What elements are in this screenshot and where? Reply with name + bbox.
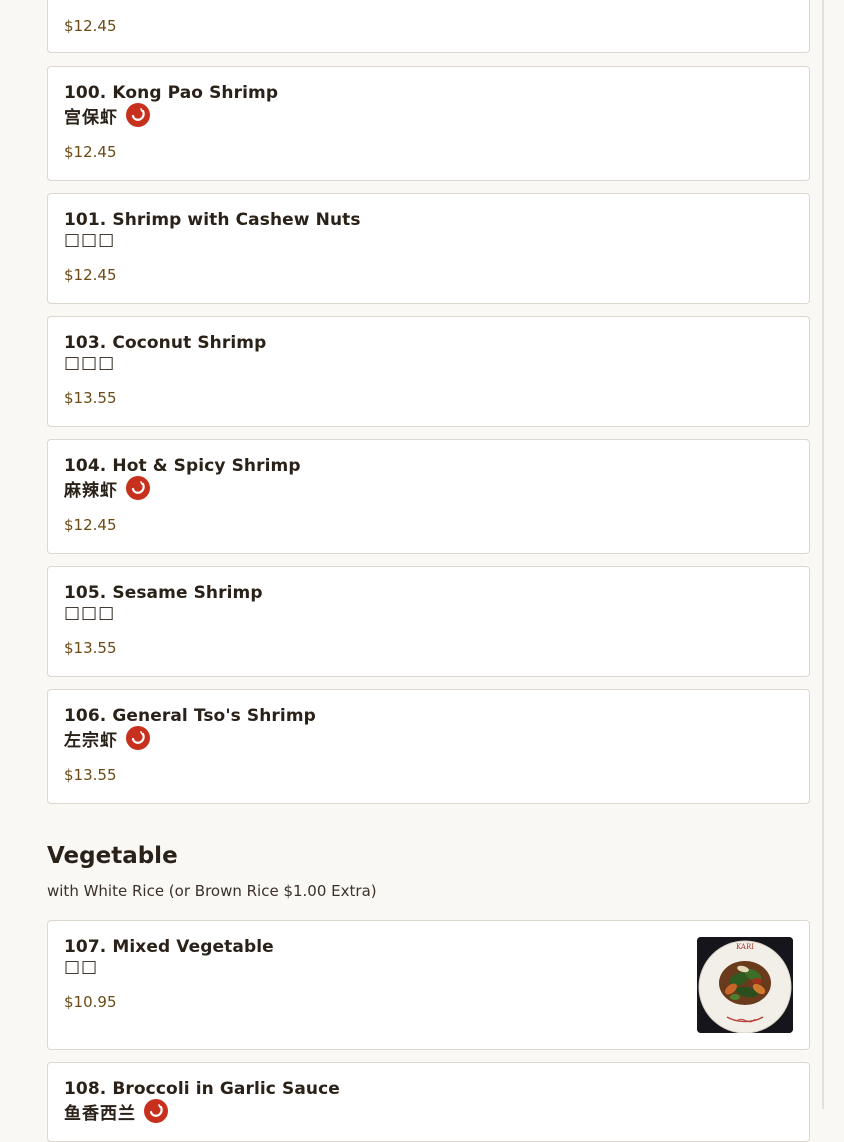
item-name: 103. Coconut Shrimp [64, 333, 267, 353]
item-price: $10.95 [64, 993, 117, 1011]
item-price: $12.45 [64, 17, 117, 35]
item-chinese-name: 麻辣虾 [64, 480, 118, 501]
item-chinese-row: 麻辣虾 [64, 476, 150, 501]
section-title: Vegetable [47, 843, 178, 869]
item-chinese-name: □□□ [64, 603, 116, 623]
chili-pepper-icon [126, 476, 150, 500]
menu-item-card[interactable]: 101. Shrimp with Cashew Nuts □□□ $12.45 [47, 193, 810, 304]
menu-item-card[interactable]: 104. Hot & Spicy Shrimp 麻辣虾 $12.45 [47, 439, 810, 554]
item-name: 104. Hot & Spicy Shrimp [64, 456, 301, 476]
item-price: $12.45 [64, 266, 117, 284]
item-chinese-name: 宫保虾 [64, 107, 118, 128]
item-name: 106. General Tso's Shrimp [64, 706, 316, 726]
dish-photo[interactable]: KARI [697, 937, 793, 1033]
item-chinese-name: □□□ [64, 230, 116, 250]
item-price: $13.55 [64, 639, 117, 657]
item-chinese-row: □□□ [64, 351, 115, 375]
item-chinese-row: 鱼香西兰 [64, 1099, 168, 1124]
menu-item-card[interactable]: 103. Coconut Shrimp □□□ $13.55 [47, 316, 810, 427]
chili-pepper-icon [126, 103, 150, 127]
menu-item-card[interactable]: 105. Sesame Shrimp □□□ $13.55 [47, 566, 810, 677]
item-price: $12.45 [64, 516, 117, 534]
item-chinese-row: □□ [64, 955, 98, 979]
item-chinese-name: □□ [64, 957, 99, 977]
item-chinese-name: 鱼香西兰 [64, 1103, 136, 1124]
item-chinese-row: □□□ [64, 228, 115, 252]
item-price: $12.45 [64, 143, 117, 161]
section-subtitle: with White Rice (or Brown Rice $1.00 Ext… [47, 882, 377, 900]
item-chinese-name: 左宗虾 [64, 730, 118, 751]
item-price: $13.55 [64, 766, 117, 784]
menu-item-card[interactable]: 106. General Tso's Shrimp 左宗虾 $13.55 [47, 689, 810, 804]
item-chinese-name: □□□ [64, 353, 116, 373]
chili-pepper-icon [126, 726, 150, 750]
chili-pepper-icon [144, 1099, 168, 1123]
item-name: 107. Mixed Vegetable [64, 937, 274, 957]
menu-item-card[interactable]: 100. Kong Pao Shrimp 宫保虾 $12.45 [47, 66, 810, 181]
scroll-divider [822, 0, 824, 1109]
item-chinese-row: □□□ [64, 601, 115, 625]
item-chinese-row: 左宗虾 [64, 726, 150, 751]
item-name: 105. Sesame Shrimp [64, 583, 263, 603]
menu-item-card[interactable]: 107. Mixed Vegetable □□ $10.95 KARI [47, 920, 810, 1050]
item-chinese-row: 宫保虾 [64, 103, 150, 128]
item-name: 101. Shrimp with Cashew Nuts [64, 210, 361, 230]
menu-item-card[interactable]: $12.45 [47, 0, 810, 53]
menu-item-card[interactable]: 108. Broccoli in Garlic Sauce 鱼香西兰 [47, 1062, 810, 1142]
plate-logo-text: KARI [736, 943, 754, 951]
item-price: $13.55 [64, 389, 117, 407]
item-name: 100. Kong Pao Shrimp [64, 83, 279, 103]
item-name: 108. Broccoli in Garlic Sauce [64, 1079, 340, 1099]
